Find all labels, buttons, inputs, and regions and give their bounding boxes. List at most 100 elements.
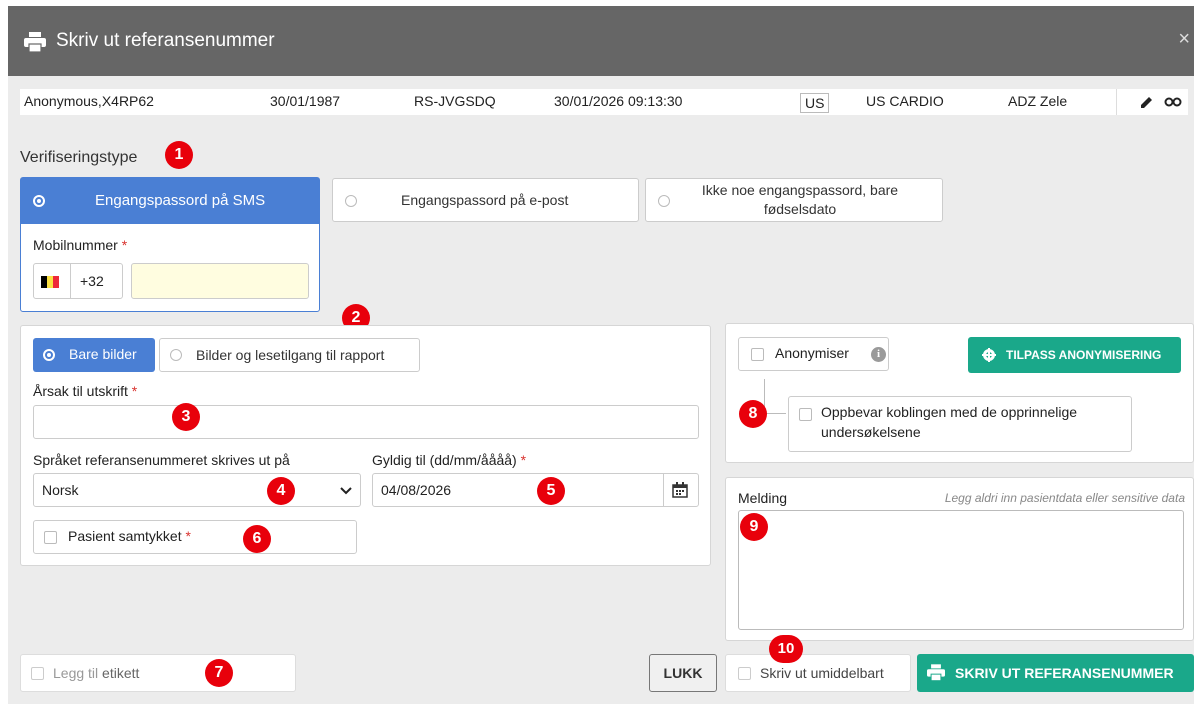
message-hint: Legg aldri inn pasientdata eller sensiti… <box>944 491 1185 505</box>
valid-until-label-text: Gyldig til (dd/mm/åååå) <box>372 452 517 468</box>
dialog-title: Skriv ut referansenummer <box>56 30 275 51</box>
close-button[interactable]: LUKK <box>649 654 717 692</box>
mobile-label: Mobilnummer * <box>33 237 127 253</box>
radio-selected-icon[interactable] <box>43 349 55 361</box>
dialog-titlebar: Skriv ut referansenummer × <box>8 6 1194 76</box>
badge-5: 5 <box>537 477 565 505</box>
checkbox-icon[interactable] <box>738 667 751 680</box>
birth-date: 30/01/1987 <box>270 93 341 109</box>
patient-consent-label: Pasient samtykket * <box>68 528 191 544</box>
email-option-label: Engangspassord på e-post <box>401 192 569 208</box>
modality-badge: US <box>800 93 830 113</box>
site-name: ADZ Zele <box>1008 93 1068 109</box>
reason-label-text: Årsak til utskrift <box>33 383 128 399</box>
images-and-report-label: Bilder og lesetilgang til rapport <box>196 347 385 363</box>
divider <box>663 474 664 506</box>
anonymize-checkbox[interactable]: Anonymiser i <box>738 337 889 371</box>
badge-10: 10 <box>769 635 803 663</box>
badge-6: 6 <box>243 525 271 553</box>
badge-3: 3 <box>172 403 200 431</box>
checkbox-icon[interactable] <box>799 408 812 421</box>
anonymize-label: Anonymiser <box>775 345 849 361</box>
valid-until-value: 04/08/2026 <box>381 482 452 498</box>
reason-label: Årsak til utskrift * <box>33 383 137 399</box>
radio-selected-icon[interactable] <box>33 195 45 207</box>
badge-7: 7 <box>205 659 233 687</box>
study-description: US CARDIO <box>866 93 944 109</box>
print-immediately-checkbox[interactable]: Skriv ut umiddelbart <box>725 654 911 692</box>
customize-anonymization-label: TILPASS ANONYMISERING <box>1006 348 1162 362</box>
reason-input[interactable] <box>33 405 699 439</box>
add-label-label: Legg til etikett <box>53 665 139 681</box>
customize-anonymization-button[interactable]: TILPASS ANONYMISERING <box>968 337 1181 373</box>
connector-line <box>764 413 786 414</box>
divider <box>1116 89 1117 115</box>
mobile-label-text: Mobilnummer <box>33 237 118 253</box>
images-and-report-option[interactable]: Bilder og lesetilgang til rapport <box>159 338 420 372</box>
info-icon[interactable]: i <box>871 347 886 362</box>
images-only-option[interactable]: Bare bilder <box>33 338 155 372</box>
sms-option-label: Engangspassord på SMS <box>95 192 266 209</box>
keep-link-label: Oppbevar koblingen med de opprinnelige u… <box>821 404 1078 440</box>
checkbox-icon[interactable] <box>31 667 44 680</box>
mobile-number-input[interactable] <box>131 263 309 299</box>
radio-unselected-icon[interactable] <box>345 195 357 207</box>
add-label-checkbox[interactable]: Legg til etikett <box>20 654 296 692</box>
country-code: +32 <box>80 273 104 289</box>
required-mark: * <box>131 383 138 399</box>
chevron-down-icon <box>340 487 352 495</box>
checkbox-icon[interactable] <box>751 348 764 361</box>
required-mark: * <box>185 528 191 544</box>
language-label: Språket referansenummeret skrives ut på <box>33 452 290 468</box>
birthdate-only-option[interactable]: Ikke noe engangspassord, bare fødselsdat… <box>645 178 943 222</box>
badge-9: 9 <box>740 513 768 541</box>
badge-8: 8 <box>739 400 767 428</box>
anonymize-panel: Anonymiser i TILPASS ANONYMISERING Oppbe… <box>725 323 1194 463</box>
gear-icon <box>982 348 996 362</box>
study-info-row: Anonymous,X4RP62 30/01/1987 RS-JVGSDQ 30… <box>20 89 1188 115</box>
reference-id: RS-JVGSDQ <box>414 93 496 109</box>
link-icon[interactable] <box>1164 97 1182 107</box>
language-select[interactable]: Norsk <box>33 473 361 507</box>
language-value: Norsk <box>42 482 79 498</box>
valid-until-input[interactable]: 04/08/2026 <box>372 473 699 507</box>
badge-4: 4 <box>267 477 295 505</box>
sms-option[interactable]: Engangspassord på SMS <box>21 178 319 224</box>
patient-consent-checkbox[interactable]: Pasient samtykket * <box>33 520 357 554</box>
dialog-content: Verifiseringstype 1 Engangspassord på SM… <box>8 126 1194 704</box>
message-panel: Melding Legg aldri inn pasientdata eller… <box>725 477 1194 641</box>
radio-unselected-icon[interactable] <box>170 349 182 361</box>
calendar-icon[interactable] <box>672 482 688 498</box>
print-reference-label: SKRIV UT REFERANSENUMMER <box>955 665 1174 681</box>
birthdate-only-label: Ikke noe engangspassord, bare fødselsdat… <box>701 182 899 217</box>
pencil-icon[interactable] <box>1140 96 1153 109</box>
message-label: Melding <box>738 490 788 506</box>
print-reference-button[interactable]: SKRIV UT REFERANSENUMMER <box>917 654 1194 692</box>
study-info-bar: Anonymous,X4RP62 30/01/1987 RS-JVGSDQ 30… <box>8 76 1194 126</box>
divider <box>70 264 71 298</box>
required-mark: * <box>121 237 128 253</box>
images-only-label: Bare bilder <box>69 346 137 362</box>
badge-1: 1 <box>165 141 193 169</box>
close-icon[interactable]: × <box>1178 28 1190 51</box>
printer-icon <box>927 664 945 681</box>
add-label-prefix: Legg til <box>53 665 99 681</box>
verification-type-label: Verifiseringstype <box>20 149 138 166</box>
radio-unselected-icon[interactable] <box>658 195 670 207</box>
printer-icon <box>24 32 46 52</box>
print-immediately-label: Skriv ut umiddelbart <box>760 665 884 681</box>
country-code-select[interactable]: +32 <box>33 263 123 299</box>
belgium-flag-icon <box>41 276 59 288</box>
add-label-suffix: etikett <box>102 665 140 681</box>
study-datetime: 30/01/2026 09:13:30 <box>554 93 683 109</box>
checkbox-icon[interactable] <box>44 531 57 544</box>
keep-link-checkbox[interactable]: Oppbevar koblingen med de opprinnelige u… <box>788 396 1132 452</box>
message-textarea[interactable] <box>738 510 1184 630</box>
required-mark: * <box>520 452 527 468</box>
patient-name: Anonymous,X4RP62 <box>24 93 154 109</box>
valid-until-label: Gyldig til (dd/mm/åååå) * <box>372 452 526 468</box>
sms-option-panel: Engangspassord på SMS Mobilnummer * +32 <box>20 177 320 312</box>
access-panel: Bare bilder Bilder og lesetilgang til ra… <box>20 325 711 566</box>
patient-consent-label-text: Pasient samtykket <box>68 528 182 544</box>
email-option[interactable]: Engangspassord på e-post <box>332 178 639 222</box>
